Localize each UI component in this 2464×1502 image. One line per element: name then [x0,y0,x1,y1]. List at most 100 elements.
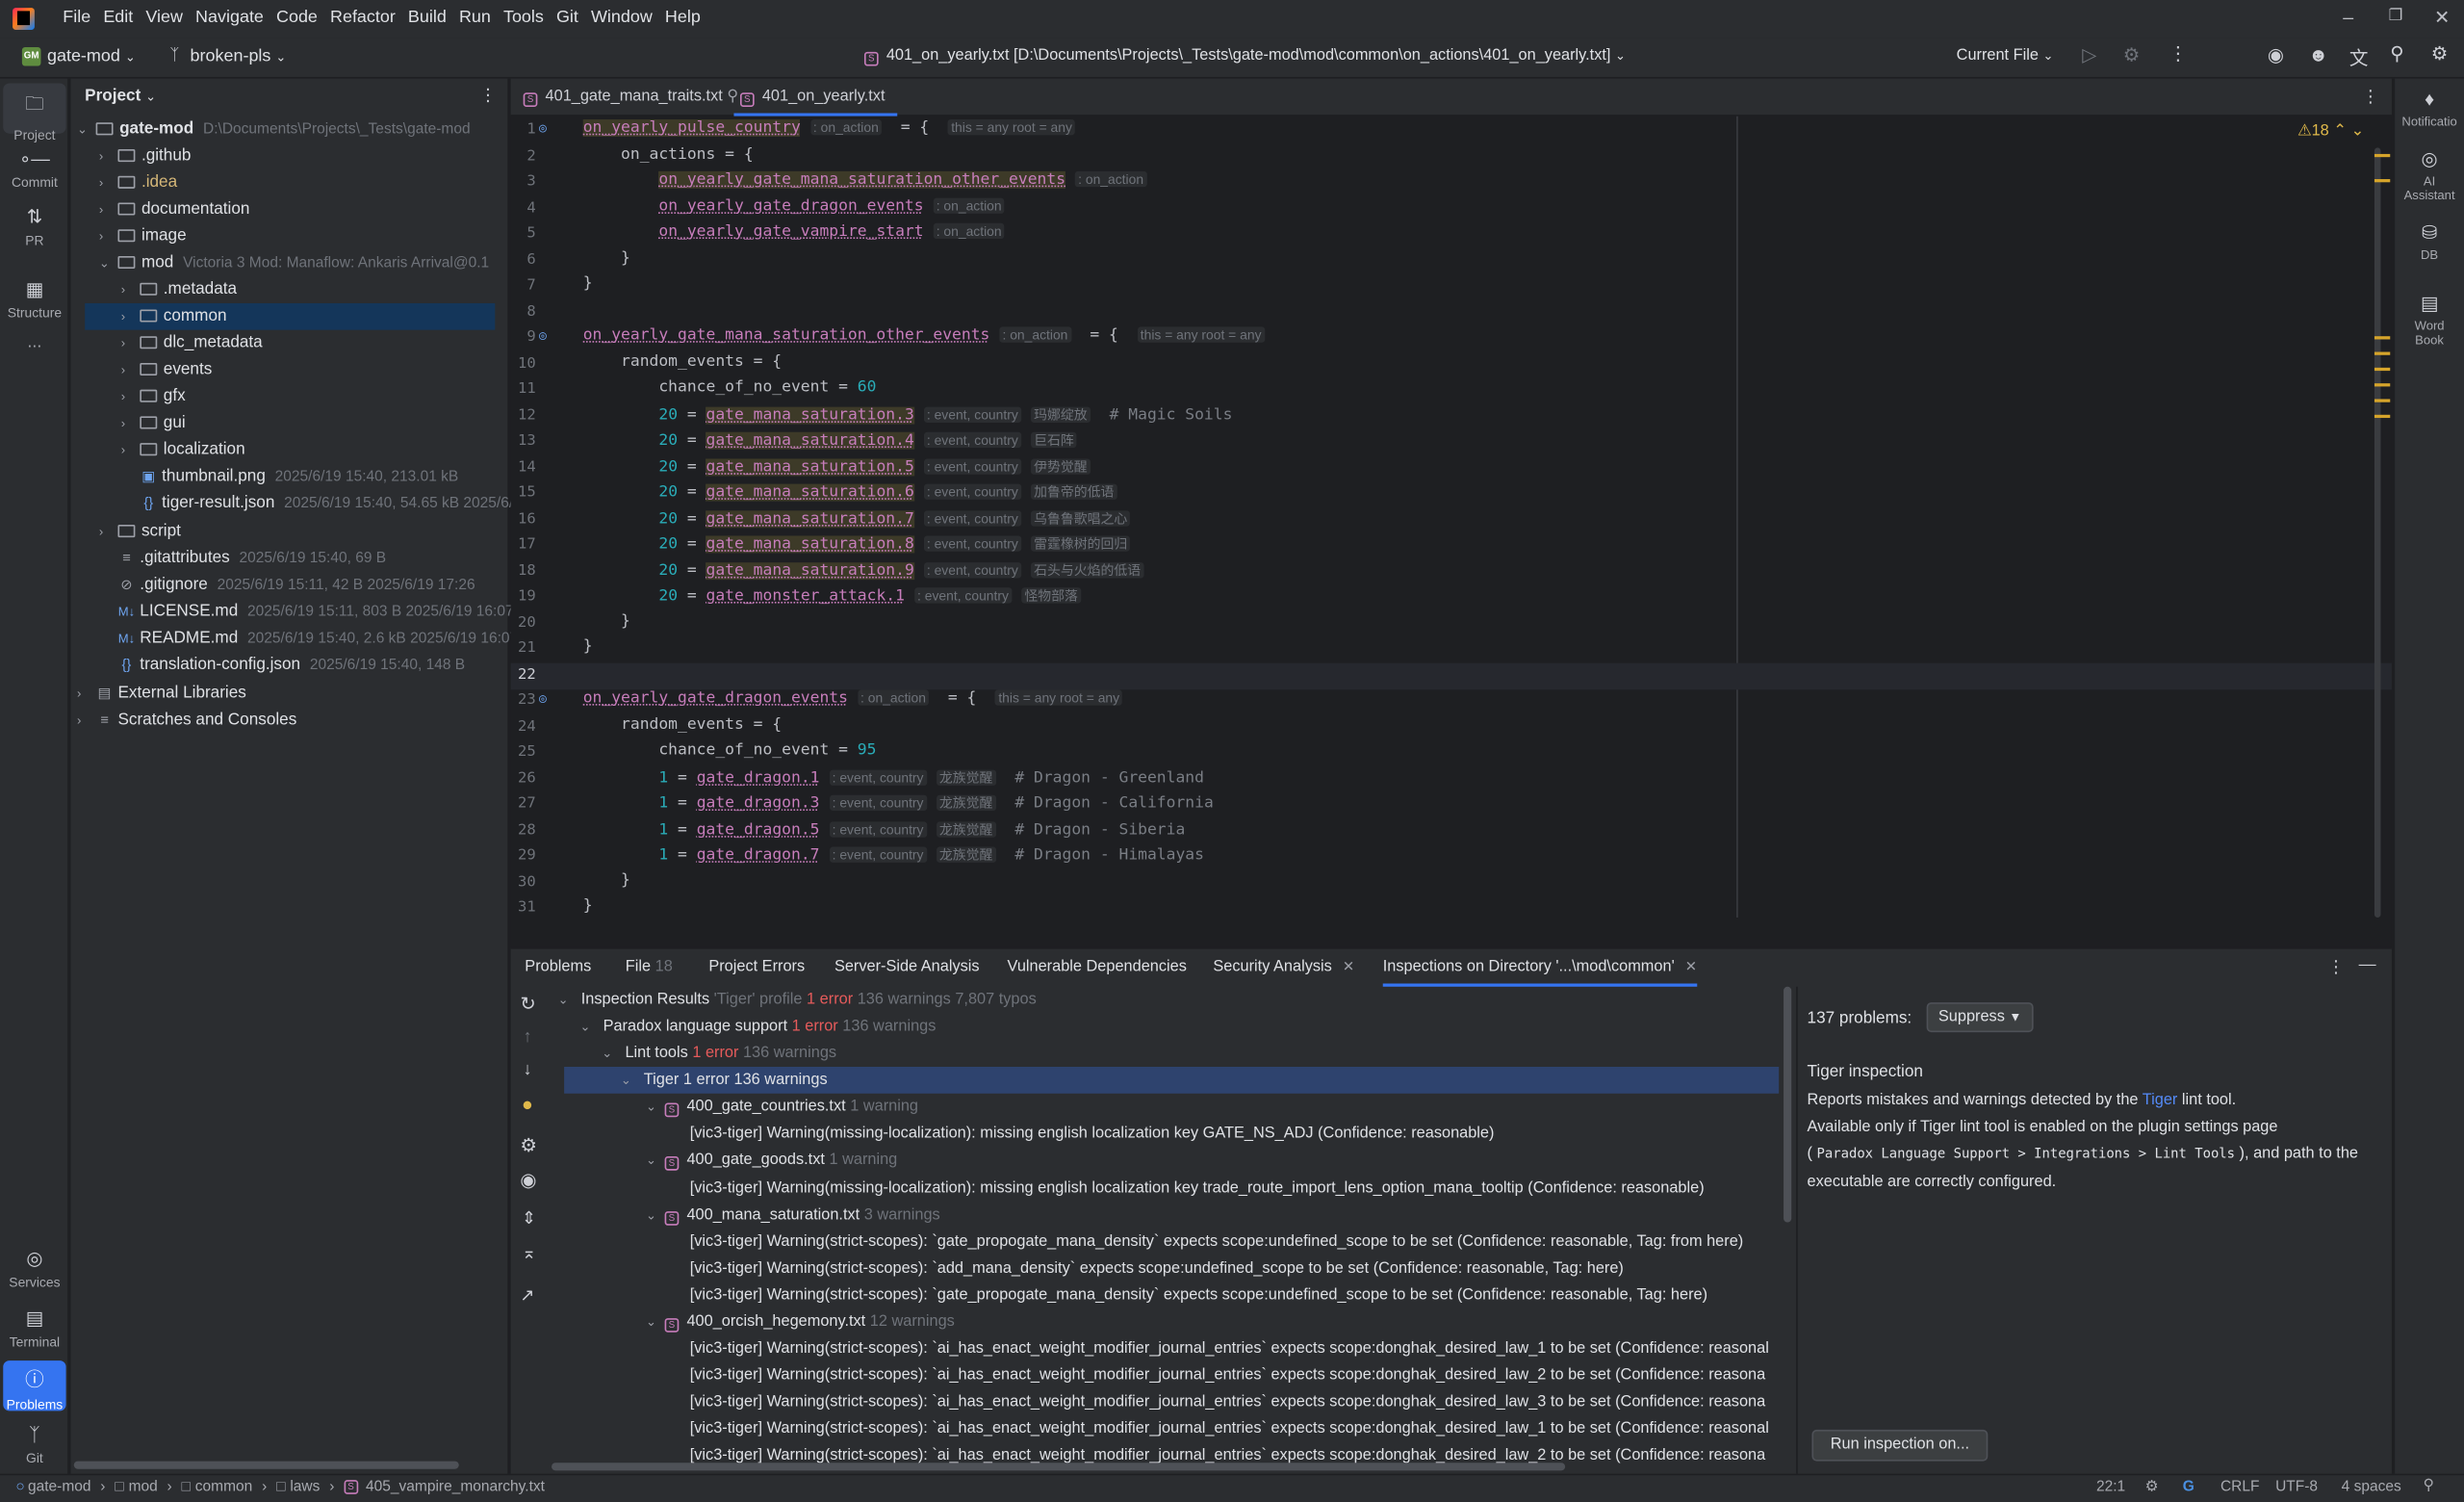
tree-item-events[interactable]: › events [121,356,213,383]
tree-item-readme[interactable]: M↓ README.md 2025/6/19 15:40, 2.6 kB 2025/… [117,625,518,652]
warning-stripe[interactable] [2374,179,2391,183]
chevron-right-icon[interactable]: › [99,518,118,545]
tree-item-idea[interactable]: › .idea [99,169,177,196]
horizontal-scrollbar[interactable] [552,1463,1566,1471]
settings-gear-icon[interactable]: ⚙ [520,1134,537,1156]
tree-item-common[interactable]: › common [85,302,496,330]
tree-item-metadata[interactable]: › .metadata [121,276,237,303]
run-config-selector[interactable]: Current File ⌄ [1957,47,2054,65]
warning-stripe[interactable] [2374,383,2391,387]
tab-on-yearly[interactable]: S401_on_yearly.txt ✕ [733,79,898,142]
word-book-tool-button[interactable]: ▤ Word Book [2398,293,2460,348]
warning-stripe[interactable] [2374,414,2391,419]
database-tool-button[interactable]: ⛁ DB [2398,221,2460,262]
run-icon[interactable]: ▷ [2082,44,2096,66]
panel-options-icon[interactable]: ⋮ [2327,957,2345,977]
rerun-icon[interactable]: ↻ [520,993,535,1015]
code-token[interactable]: gate_mana_saturation.8 [706,535,914,554]
tree-item-github[interactable]: › .github [99,142,192,169]
menu-run[interactable]: Run [459,8,491,27]
tree-item-image[interactable]: › image [99,223,187,250]
chevron-right-icon[interactable]: › [99,196,118,223]
pr-tool-button[interactable]: ⇅ PR [3,206,65,248]
tab-file[interactable]: File 18 [626,958,673,975]
next-problem-icon[interactable]: ↓ [524,1060,532,1079]
chevron-right-icon[interactable]: › [99,223,118,250]
caret-position[interactable]: 22:1 [2096,1479,2125,1496]
previous-problem-icon[interactable]: ↑ [524,1027,532,1047]
git-tool-button[interactable]: ᛉ Git [3,1423,65,1465]
code-editor[interactable]: ⚠18 ⌃ ⌄ 1 2 3 4 5 6 7 8 9 10 11 12 13 14… [510,116,2392,946]
tree-item-tiger-result[interactable]: {} tiger-result.json 2025/6/19 15:40, 54.6… [140,490,521,517]
warning-stripe[interactable] [2374,153,2391,158]
problem-item[interactable]: [vic3-tiger] Warning(strict-scopes): `ad… [690,1256,1624,1282]
tree-item-translation-config[interactable]: {} translation-config.json 2025/6/19 15:40… [117,652,466,679]
debug-icon[interactable]: ⚙ [2123,44,2141,66]
problem-item[interactable]: [vic3-tiger] Warning(strict-scopes): `ai… [690,1415,1769,1442]
code-token[interactable]: on_yearly_gate_mana_saturation_other_eve… [658,170,1066,189]
chevron-down-icon[interactable]: ⌄ [646,1094,665,1121]
problem-item[interactable]: [vic3-tiger] Warning(missing-localizatio… [690,1120,1495,1147]
breadcrumb-item[interactable]: laws [290,1479,320,1496]
problems-tool-button[interactable]: ⓘ Problems [3,1360,66,1412]
chevron-down-icon[interactable]: ⌄ [77,117,96,143]
ide-logo-icon[interactable] [13,8,35,31]
gutter-marker-icon[interactable]: ◎ [539,691,547,706]
breadcrumb-item[interactable]: mod [129,1479,158,1496]
notifications-tool-button[interactable]: ♦ Notificatio [2398,88,2460,128]
chevron-down-icon[interactable]: ⌄ [602,1040,621,1067]
hide-panel-icon[interactable]: — [2359,955,2376,974]
commit-tool-button[interactable]: ∘— Commit [3,147,65,190]
terminal-tool-button[interactable]: ▤ Terminal [3,1308,65,1350]
warning-stripe[interactable] [2374,399,2391,402]
tree-item-localization[interactable]: › localization [121,437,245,464]
tree-item-scratches[interactable]: › ≡ Scratches and Consoles [77,707,296,734]
chevron-right-icon[interactable]: › [121,303,141,330]
tree-item-script[interactable]: › script [99,518,181,545]
problem-item[interactable]: [vic3-tiger] Warning(strict-scopes): `ai… [690,1389,1765,1416]
more-tools-button[interactable]: ... [3,333,65,352]
warning-stripe[interactable] [2374,351,2391,355]
file-encoding[interactable]: UTF-8 [2275,1479,2318,1496]
expand-all-icon[interactable]: ⇕ [522,1208,536,1229]
code-token[interactable]: gate_mana_saturation.6 [706,483,914,502]
chevron-right-icon[interactable]: › [121,330,141,357]
menu-tools[interactable]: Tools [503,8,544,27]
code-token[interactable]: on_yearly_gate_mana_saturation_other_eve… [583,326,990,344]
menu-view[interactable]: View [145,8,183,27]
tree-item-mod[interactable]: ⌄ mod Victoria 3 Mod: Manaflow: Ankaris Ar… [99,249,489,276]
read-only-lock-icon[interactable]: ⚲ [2424,1477,2434,1494]
chevron-down-icon[interactable]: ⌄ [579,1014,599,1041]
tab-inspections[interactable]: Inspections on Directory '...\mod\common… [1382,958,1698,987]
code-token[interactable]: gate_mana_saturation.7 [706,510,914,529]
tab-server-side-analysis[interactable]: Server-Side Analysis [834,958,980,975]
code-with-me-icon[interactable]: ◉ [2268,44,2284,66]
project-switcher[interactable]: gate-mod ⌄ [47,47,136,66]
settings-gear-icon[interactable]: ⚙ [2431,42,2449,65]
tree-item-dlc-metadata[interactable]: › dlc_metadata [121,330,263,357]
menu-window[interactable]: Window [591,8,653,27]
menu-edit[interactable]: Edit [103,8,133,27]
menu-build[interactable]: Build [408,8,447,27]
chevron-down-icon[interactable]: ⌄ [99,249,118,276]
editor-scrollbar[interactable] [2374,147,2381,918]
problem-item[interactable]: [vic3-tiger] Warning(strict-scopes): `ai… [690,1362,1765,1389]
menu-navigate[interactable]: Navigate [195,8,264,27]
code-token[interactable]: on_yearly_gate_vampire_start [658,223,923,241]
breadcrumb-item[interactable]: 405_vampire_monarchy.txt [366,1479,545,1496]
code-token[interactable]: gate_mana_saturation.5 [706,458,914,477]
chevron-right-icon[interactable]: › [121,410,141,437]
menu-code[interactable]: Code [276,8,318,27]
suppress-dropdown[interactable]: Suppress ▼ [1926,1002,2034,1033]
indent-setting[interactable]: 4 spaces [2342,1479,2401,1496]
menu-file[interactable]: File [63,8,90,27]
code-token[interactable]: gate_dragon.5 [697,821,820,839]
export-icon[interactable]: ↗ [520,1285,534,1306]
tab-gate-mana-traits[interactable]: S 401_gate_mana_traits.txt ⚲ [517,79,738,117]
chevron-down-icon[interactable]: ⌄ [646,1202,665,1229]
tree-row-paradox-language-support[interactable]: ⌄ Paradox language support 1 error 136 w… [579,1014,936,1041]
inspection-widget-icon[interactable]: ⚙ [2145,1479,2159,1496]
code-token[interactable]: gate_mana_saturation.4 [706,431,914,450]
code-token[interactable]: gate_dragon.7 [697,847,820,865]
eye-icon[interactable]: ◉ [520,1169,536,1191]
